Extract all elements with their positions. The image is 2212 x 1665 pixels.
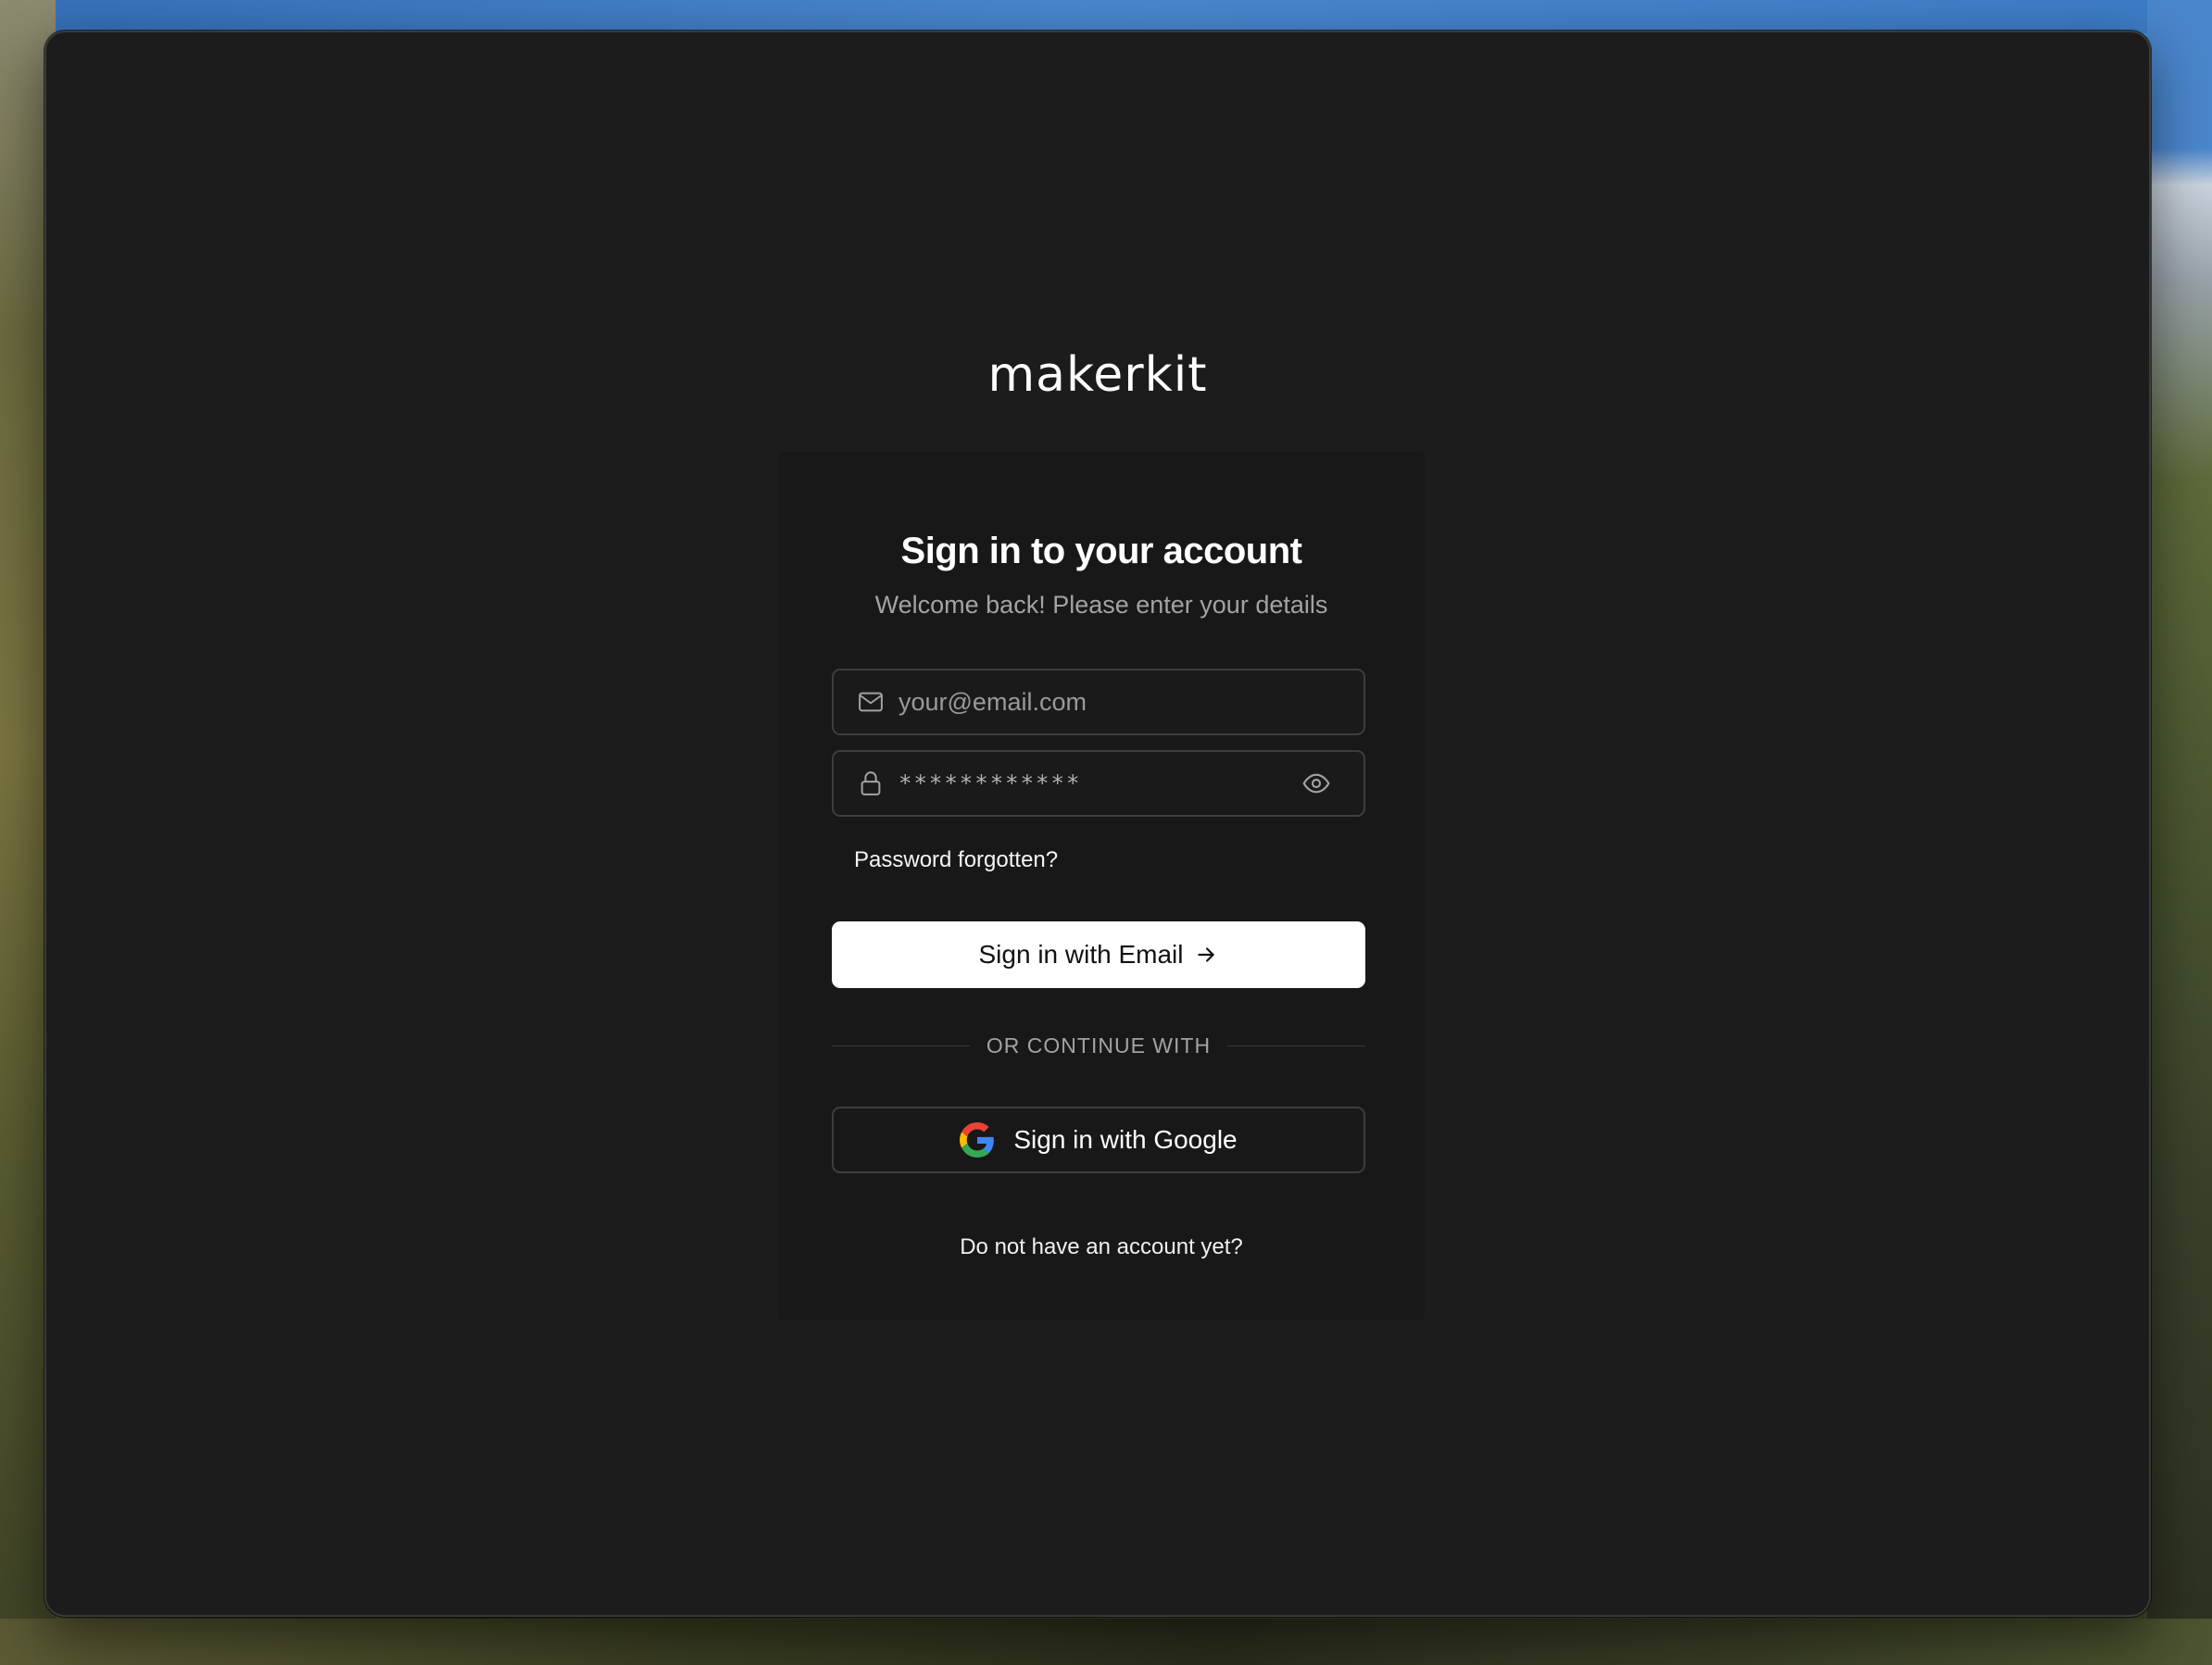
desktop-wallpaper-right — [2147, 0, 2212, 1665]
sign-in-google-label: Sign in with Google — [1013, 1125, 1238, 1154]
divider-label: OR CONTINUE WITH — [986, 1033, 1212, 1058]
page-subtitle: Welcome back! Please enter your details — [874, 591, 1328, 619]
sign-in-email-button[interactable]: Sign in with Email — [832, 921, 1365, 988]
mail-icon — [856, 687, 886, 717]
divider-line-left — [832, 1045, 970, 1046]
email-field[interactable] — [832, 669, 1365, 735]
email-input[interactable] — [899, 674, 1364, 730]
arrow-right-icon — [1194, 943, 1218, 967]
or-continue-divider: OR CONTINUE WITH — [832, 1032, 1365, 1059]
browser-window: makerkit Sign in to your account Welcome… — [44, 31, 2151, 1617]
password-input[interactable]: ************ — [899, 770, 1301, 796]
password-field[interactable]: ************ — [832, 750, 1365, 817]
google-icon — [960, 1122, 995, 1158]
sign-in-email-label: Sign in with Email — [978, 940, 1184, 969]
sign-in-google-button[interactable]: Sign in with Google — [832, 1107, 1365, 1173]
desktop-wallpaper-sky — [0, 0, 2212, 33]
brand-logo[interactable]: makerkit — [46, 347, 2149, 403]
divider-line-right — [1227, 1045, 1365, 1046]
lock-icon — [856, 769, 886, 798]
page-title: Sign in to your account — [900, 531, 1302, 571]
desktop-wallpaper-bottom — [0, 1619, 2212, 1665]
signin-card: Sign in to your account Welcome back! Pl… — [778, 452, 1425, 1321]
eye-icon[interactable] — [1301, 768, 1332, 799]
forgot-password-link[interactable]: Password forgotten? — [854, 847, 1058, 873]
sign-up-link[interactable]: Do not have an account yet? — [778, 1234, 1425, 1260]
